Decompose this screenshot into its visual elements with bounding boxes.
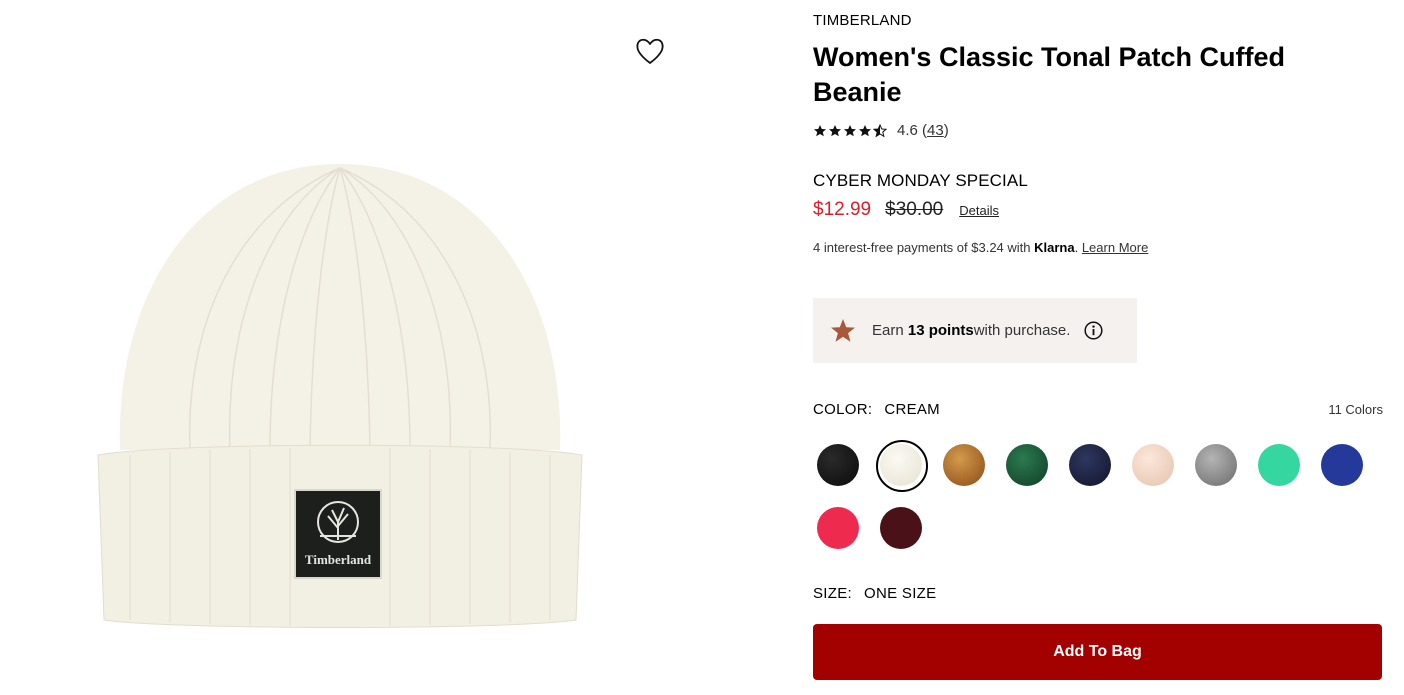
star-full-icon [859, 124, 871, 136]
color-swatch-cream[interactable] [876, 440, 928, 492]
sale-price: $12.99 [813, 199, 872, 220]
rewards-points-banner: Earn 13 points with purchase. [813, 298, 1137, 363]
rating-row[interactable]: 4.6 (43) [813, 122, 949, 139]
star-rating [813, 123, 887, 138]
color-swatch-black[interactable] [817, 444, 859, 486]
color-count: 11 Colors [1328, 402, 1383, 417]
rating-count-link[interactable]: 43 [927, 122, 944, 139]
brand-link[interactable]: TIMBERLAND [813, 12, 912, 29]
points-suffix: with purchase. [973, 322, 1071, 339]
color-row: COLOR: CREAM 11 Colors [813, 401, 1383, 418]
color-swatch-red[interactable] [817, 507, 859, 549]
rating-value: 4.6 [897, 122, 918, 139]
product-image-area: Timberland [0, 0, 690, 695]
size-label: SIZE: [813, 585, 853, 602]
color-swatch-wheat[interactable] [943, 444, 985, 486]
klarna-logo: Klarna [1034, 240, 1075, 255]
color-swatch-pink[interactable] [1132, 444, 1174, 486]
color-label-group: COLOR: CREAM [813, 401, 940, 418]
rating-count-wrapper[interactable]: (43) [918, 122, 949, 139]
star-half-icon [873, 123, 887, 137]
color-swatch-blue[interactable] [1321, 444, 1363, 486]
klarna-learn-more-link[interactable]: Learn More [1082, 240, 1148, 255]
product-image: Timberland [97, 164, 583, 628]
color-label: COLOR: [813, 401, 873, 418]
points-text: Earn [872, 322, 904, 339]
star-full-icon [814, 124, 826, 136]
add-to-bag-button[interactable]: Add To Bag [813, 624, 1382, 680]
klarna-text: 4 interest-free payments of $3.24 with [813, 240, 1035, 255]
original-price: $30.00 [885, 199, 944, 220]
color-swatch-burgundy[interactable] [880, 507, 922, 549]
color-swatch-mint[interactable] [1258, 444, 1300, 486]
price-details-link[interactable]: Details [959, 203, 999, 218]
star-full-icon [844, 124, 856, 136]
heart-icon[interactable] [634, 36, 666, 66]
color-swatch-navy[interactable] [1069, 444, 1111, 486]
price-row: $12.99 $30.00 Details [813, 199, 999, 221]
product-title: Women's Classic Tonal Patch Cuffed Beani… [813, 42, 1286, 107]
size-row: SIZE: ONE SIZE [813, 585, 936, 602]
promo-label: CYBER MONDAY SPECIAL [813, 171, 1028, 190]
points-amount: 13 points [907, 322, 974, 339]
logo-patch-text: Timberland [305, 552, 372, 567]
selected-size-value: ONE SIZE [864, 585, 937, 602]
info-icon[interactable] [1084, 321, 1103, 340]
klarna-separator: . [1074, 240, 1082, 255]
star-full-icon [829, 124, 841, 136]
color-swatch-green[interactable] [1006, 444, 1048, 486]
star-icon [831, 318, 855, 342]
selected-color-value: CREAM [884, 401, 940, 418]
color-swatch-grey[interactable] [1195, 444, 1237, 486]
klarna-row: 4 interest-free payments of $3.24 with K… [813, 240, 1148, 255]
